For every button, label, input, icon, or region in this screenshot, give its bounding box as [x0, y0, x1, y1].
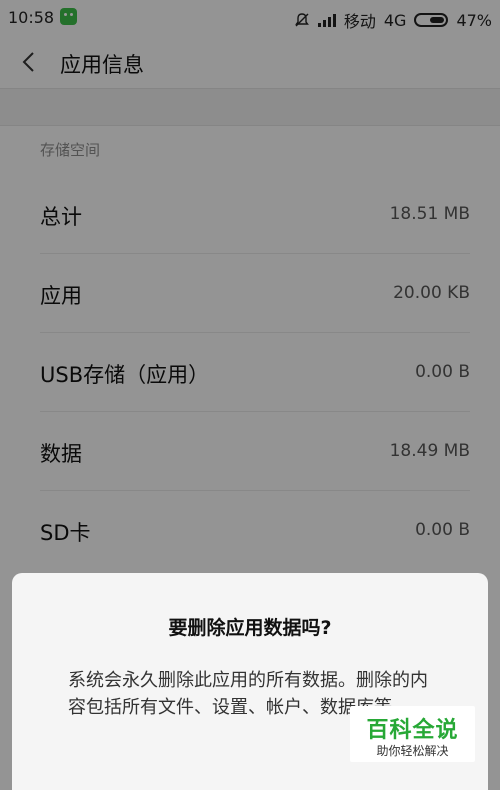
- watermark-logo: 百科全说 助你轻松解决: [350, 706, 475, 762]
- dialog-title: 要删除应用数据吗?: [168, 617, 332, 639]
- watermark-main: 百科全说: [366, 718, 459, 743]
- watermark-sub: 助你轻松解决: [376, 744, 449, 758]
